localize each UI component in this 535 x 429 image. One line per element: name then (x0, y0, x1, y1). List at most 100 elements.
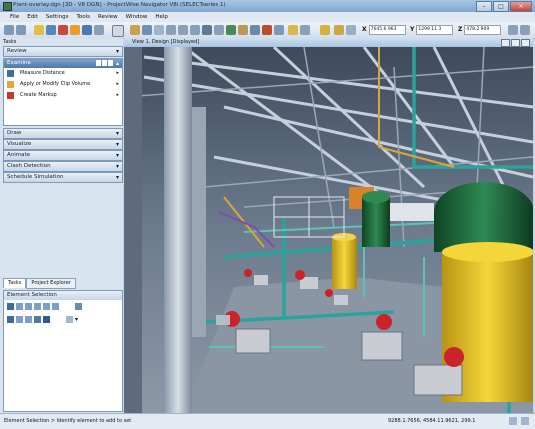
selection-modes: ▾ (7, 316, 78, 323)
lock-icon[interactable] (320, 25, 330, 35)
view-mode-icons (96, 60, 113, 66)
task-clip-volume[interactable]: Apply or Modify Clip Volume ▸ (4, 79, 122, 90)
select-block-icon[interactable] (16, 303, 23, 310)
view-title: View 1, Design [Displayed] (132, 39, 200, 45)
select-circle-icon[interactable] (34, 303, 41, 310)
draw-section[interactable]: Draw ▾ (3, 128, 123, 139)
element-selection-header: Element Selection (4, 291, 122, 300)
window-title: Plant-overlay.dgn [3D - V8 DGN] - Projec… (13, 2, 226, 8)
options-icon[interactable] (66, 316, 73, 323)
icon-view-icon[interactable] (102, 60, 107, 66)
layout-icon[interactable] (94, 25, 104, 35)
pen-icon (7, 92, 14, 99)
lock-status-icon[interactable] (509, 417, 517, 425)
minimize-button[interactable]: – (476, 1, 492, 12)
open-icon[interactable] (34, 25, 44, 35)
y-label: Y (410, 26, 415, 33)
tasks-panel-title: Tasks (3, 39, 17, 45)
review-label: Review (7, 48, 27, 54)
examine-header[interactable]: Examine ▴ (4, 59, 122, 68)
select-icon[interactable] (112, 25, 124, 37)
subtract-mode-icon[interactable] (25, 316, 32, 323)
help-icon[interactable] (520, 25, 530, 35)
invert-mode-icon[interactable] (34, 316, 41, 323)
chevron-down-icon[interactable]: ▾ (75, 316, 78, 323)
menu-review[interactable]: Review (98, 12, 118, 22)
snap-status-icon[interactable] (521, 417, 529, 425)
menu-window[interactable]: Window (126, 12, 148, 22)
3d-viewport[interactable] (124, 47, 533, 413)
y-value-field[interactable]: 1299 11 3 (416, 24, 454, 35)
menu-edit[interactable]: Edit (27, 12, 38, 22)
chevron-down-icon: ▾ (115, 130, 119, 137)
chevron-down-icon: ▾ (115, 152, 119, 159)
tab-project-explorer[interactable]: Project Explorer (26, 278, 76, 289)
grid-view-icon[interactable] (108, 60, 113, 66)
status-message: Element Selection > Identify element to … (4, 418, 132, 424)
settings-icon[interactable] (508, 25, 518, 35)
status-bar: Element Selection > Identify element to … (0, 413, 535, 429)
fit-view-icon[interactable] (190, 25, 200, 35)
select-fence-icon[interactable] (52, 303, 59, 310)
save-icon[interactable] (46, 25, 56, 35)
review-task-selector[interactable]: Review ▾ (3, 46, 123, 57)
schedule-simulation-section[interactable]: Schedule Simulation ▾ (3, 172, 123, 183)
print-icon[interactable] (82, 25, 92, 35)
menu-settings[interactable]: Settings (46, 12, 69, 22)
back-icon[interactable] (4, 25, 14, 35)
title-bar: Plant-overlay.dgn [3D - V8 DGN] - Projec… (0, 0, 535, 12)
x-coordinate: X 7645.6 963 (362, 24, 406, 35)
y-coordinate: Y 1299 11 3 (410, 24, 454, 35)
chevron-up-icon: ▴ (115, 60, 119, 67)
tab-tasks[interactable]: Tasks (3, 278, 27, 288)
view-attributes-icon[interactable] (250, 25, 260, 35)
pan-icon[interactable] (142, 25, 152, 35)
ruler-icon (7, 70, 14, 77)
view-window-controls (501, 39, 530, 47)
menu-tools[interactable]: Tools (76, 12, 90, 22)
menu-help[interactable]: Help (155, 12, 168, 22)
grid-icon[interactable] (300, 25, 310, 35)
camera-icon[interactable] (226, 25, 236, 35)
view-maximize-button[interactable] (511, 39, 520, 47)
z-coordinate: Z 478.2 909 (458, 24, 502, 35)
pointer-icon[interactable] (130, 25, 140, 35)
task-create-markup[interactable]: Create Markup ▸ (4, 90, 122, 101)
list-view-icon[interactable] (96, 60, 101, 66)
clip-icon[interactable] (238, 25, 248, 35)
chevron-right-icon: ▸ (116, 92, 119, 98)
rotate-icon[interactable] (202, 25, 212, 35)
markup-icon[interactable] (58, 25, 68, 35)
select-shape-icon[interactable] (25, 303, 32, 310)
select-element-icon[interactable] (7, 303, 14, 310)
x-value-field[interactable]: 7645.6 963 (368, 24, 406, 35)
tentative-icon[interactable] (346, 25, 356, 35)
animate-section[interactable]: Animate ▾ (3, 150, 123, 161)
z-value-field[interactable]: 478.2 909 (464, 24, 502, 35)
display-style-icon[interactable] (274, 25, 284, 35)
zoom-out-icon[interactable] (178, 25, 188, 35)
view-minimize-button[interactable] (501, 39, 510, 47)
add-mode-icon[interactable] (16, 316, 23, 323)
select-line-icon[interactable] (43, 303, 50, 310)
maximize-button[interactable]: □ (493, 1, 509, 12)
clear-mode-icon[interactable] (43, 316, 50, 323)
select-all-icon[interactable] (75, 303, 82, 310)
new-mode-icon[interactable] (7, 316, 14, 323)
window-area-icon[interactable] (214, 25, 224, 35)
window-controls: – □ × (476, 1, 532, 12)
clash-detection-section[interactable]: Clash Detection ▾ (3, 161, 123, 172)
close-button[interactable]: × (510, 1, 532, 12)
highlight-icon[interactable] (70, 25, 80, 35)
snap-icon[interactable] (288, 25, 298, 35)
clip-volume-icon (7, 81, 14, 88)
accudraw-icon[interactable] (334, 25, 344, 35)
render-icon[interactable] (262, 25, 272, 35)
view-close-button[interactable] (521, 39, 530, 47)
visualize-section[interactable]: Visualize ▾ (3, 139, 123, 150)
forward-icon[interactable] (16, 25, 26, 35)
walk-icon[interactable] (154, 25, 164, 35)
zoom-in-icon[interactable] (166, 25, 176, 35)
task-measure-distance[interactable]: Measure Distance ▸ (4, 68, 122, 79)
menu-file[interactable]: File (10, 12, 19, 22)
